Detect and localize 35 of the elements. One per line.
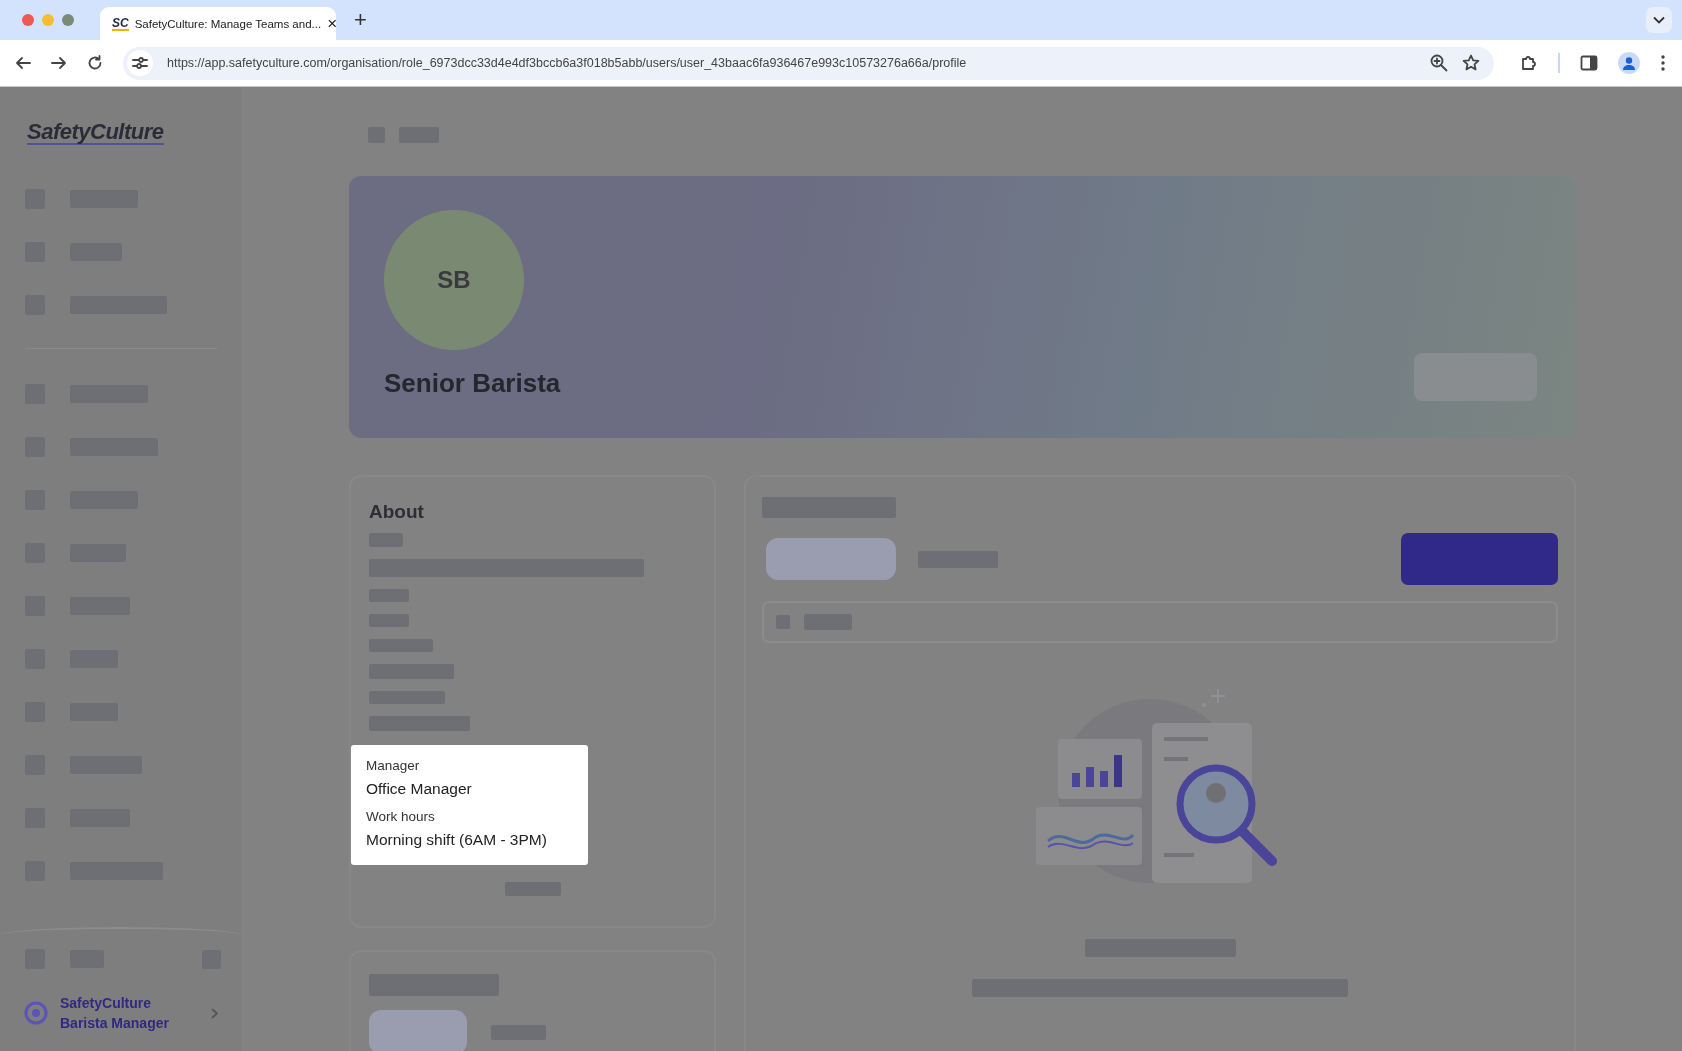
field-value: Morning shift (6AM - 3PM) bbox=[366, 830, 548, 850]
puzzle-piece-icon[interactable] bbox=[1520, 54, 1538, 72]
tab-search-button[interactable] bbox=[1646, 7, 1672, 33]
back-arrow-icon[interactable] bbox=[15, 55, 31, 71]
window-maximize-button[interactable] bbox=[62, 14, 74, 26]
browser-tab[interactable]: SC SafetyCulture: Manage Teams and... × bbox=[100, 7, 336, 40]
profile-avatar-button[interactable] bbox=[1618, 52, 1640, 74]
tune-icon bbox=[132, 56, 148, 70]
zoom-in-icon[interactable] bbox=[1430, 54, 1448, 72]
search-field[interactable] bbox=[762, 601, 1558, 643]
url-text: https://app.safetyculture.com/organisation/role_6973dcc33d4e4df3bccb6a3f018b5abb/users/user_43baac6fa936467e993c10573276a66a/profile bbox=[167, 56, 967, 70]
avatar-initials: SB bbox=[437, 266, 471, 294]
close-tab-button[interactable]: × bbox=[327, 15, 338, 32]
field-label: Manager bbox=[366, 757, 421, 775]
field-label: Work hours bbox=[366, 808, 436, 826]
forward-arrow-icon[interactable] bbox=[51, 55, 67, 71]
brand-logo: SafetyCulture bbox=[27, 121, 164, 145]
profile-title: Senior Barista bbox=[384, 368, 561, 399]
site-info-button[interactable] bbox=[127, 50, 153, 76]
side-panel-icon[interactable] bbox=[1580, 55, 1598, 71]
reload-icon[interactable] bbox=[87, 55, 103, 71]
window-close-button[interactable] bbox=[22, 14, 34, 26]
chevron-down-icon bbox=[1653, 16, 1665, 24]
address-bar[interactable]: https://app.safetyculture.com/organisation/role_6973dcc33d4e4df3bccb6a3f018b5abb/users/user_43baac6fa936467e993c10573276a66a/profile bbox=[123, 46, 1494, 80]
tab-title: SafetyCulture: Manage Teams and... bbox=[134, 17, 322, 30]
field-value: Office Manager bbox=[366, 779, 473, 799]
person-icon bbox=[1622, 56, 1636, 70]
organization-subtitle: Barista Manager bbox=[60, 1014, 169, 1033]
favicon-logo: SC bbox=[112, 16, 129, 31]
new-tab-button[interactable]: + bbox=[354, 9, 367, 31]
section-heading: About bbox=[369, 501, 425, 523]
star-icon[interactable] bbox=[1462, 54, 1480, 72]
organization-name: SafetyCulture bbox=[60, 994, 153, 1013]
chevron-right-icon bbox=[211, 1007, 218, 1019]
more-vertical-icon[interactable] bbox=[1660, 54, 1666, 72]
